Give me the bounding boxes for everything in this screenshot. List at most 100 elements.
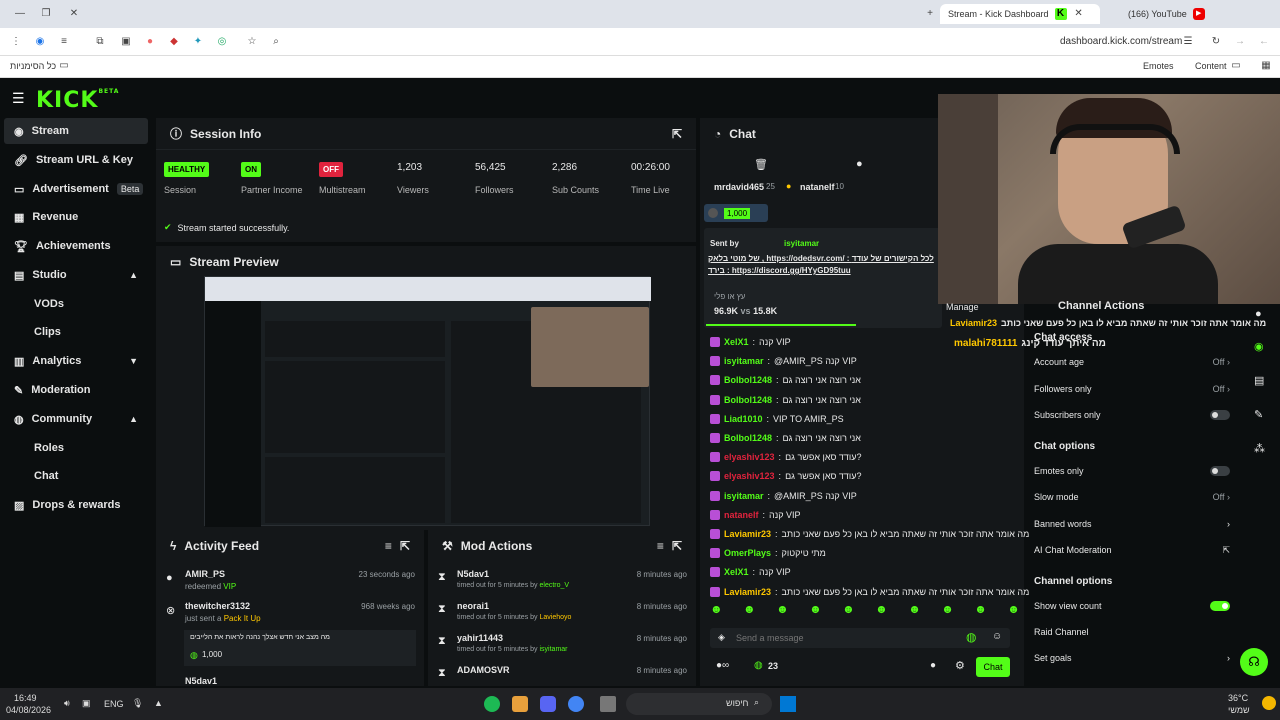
- chat-bubble-icon[interactable]: ●: [930, 660, 936, 671]
- sidebar-item-stream[interactable]: ◉ Stream: [4, 118, 148, 144]
- chat-username[interactable]: XelX1: [724, 337, 749, 347]
- filter-icon[interactable]: ≡: [657, 539, 664, 553]
- help-button[interactable]: ☊: [1240, 648, 1268, 676]
- setting-show-view-count[interactable]: Show view count: [1034, 596, 1230, 616]
- chat-username[interactable]: elyashiv123: [724, 471, 775, 481]
- popout-icon[interactable]: ⇱: [672, 127, 682, 141]
- chevron-up-icon[interactable]: ▲: [154, 698, 163, 708]
- mod-user[interactable]: N5dav1: [457, 569, 489, 579]
- trash-icon[interactable]: 🗑︎: [754, 158, 768, 171]
- emote-icon[interactable]: ☻: [842, 602, 855, 624]
- mic-icon[interactable]: 🎙︎: [132, 698, 143, 709]
- sidebar-item-revenue[interactable]: ▦ Revenue: [4, 204, 148, 230]
- mod-user[interactable]: ADAMOSVR: [457, 665, 510, 675]
- mod-user[interactable]: yahir11443: [457, 633, 503, 643]
- subscribers-only-toggle[interactable]: [1210, 410, 1230, 420]
- kicks-icon[interactable]: ◍: [966, 630, 976, 644]
- setting-subscribers-only[interactable]: Subscribers only: [1034, 405, 1230, 425]
- gear-icon[interactable]: ⚙: [955, 659, 965, 672]
- setting-followers-only[interactable]: Followers only Off ›: [1034, 379, 1230, 399]
- kick-logo[interactable]: KICKBETA: [36, 88, 119, 113]
- chat-username[interactable]: Bolbol1248: [724, 375, 772, 385]
- chat-username[interactable]: elyashiv123: [724, 452, 775, 462]
- chat-username[interactable]: Laviamir23: [724, 587, 771, 597]
- extension-icon[interactable]: ●: [144, 36, 156, 48]
- sidebar-item-drops[interactable]: ▨ Drops & rewards: [4, 492, 148, 518]
- sidebar-item-achievements[interactable]: 🏆︎ Achievements: [4, 233, 148, 259]
- broadcast-icon[interactable]: ◉: [1254, 340, 1264, 353]
- new-tab-icon[interactable]: +: [924, 8, 936, 20]
- star-icon[interactable]: ☆: [246, 36, 258, 48]
- feed-user[interactable]: AMIR_PS: [185, 569, 225, 579]
- forward-icon[interactable]: →: [1234, 36, 1246, 48]
- url-field[interactable]: dashboard.kick.com/stream: [1060, 36, 1182, 47]
- extension-icon[interactable]: ≡: [58, 36, 70, 48]
- spotify-icon[interactable]: [484, 696, 500, 712]
- pinned-line-1[interactable]: של מוטי בלאק , https://odedsvr.com/ : לכ…: [708, 254, 942, 263]
- chat-username[interactable]: Bolbol1248: [724, 395, 772, 405]
- reload-icon[interactable]: ↻: [1210, 36, 1222, 48]
- discord-icon[interactable]: [540, 696, 556, 712]
- extension-icon[interactable]: ◆: [168, 36, 180, 48]
- sidebar-item-studio[interactable]: ▤ Studio ▲: [4, 262, 148, 288]
- sidebar-item-chat[interactable]: Chat: [4, 463, 148, 489]
- network-icon[interactable]: ▣: [82, 698, 91, 709]
- all-bookmarks-link[interactable]: כל הסימניות: [10, 61, 56, 71]
- stream-preview-video[interactable]: [204, 276, 651, 527]
- extension-icon[interactable]: ◉: [34, 36, 46, 48]
- windows-start-icon[interactable]: [780, 696, 796, 712]
- chat-send-button[interactable]: Chat: [976, 657, 1010, 677]
- taskbar-search-box[interactable]: חיפוש ⌕: [626, 693, 772, 715]
- tab-youtube[interactable]: (166) YouTube ▶: [1120, 4, 1260, 24]
- emote-icon[interactable]: ☻: [1007, 602, 1020, 624]
- emoji-icon[interactable]: ☺: [992, 631, 1002, 642]
- top-gifter-name[interactable]: natanelf: [800, 182, 835, 192]
- setting-raid-channel[interactable]: Raid Channel: [1034, 622, 1230, 642]
- tab-kick[interactable]: Stream - Kick Dashboard K ✕: [940, 4, 1100, 24]
- popout-icon[interactable]: ⇱: [672, 539, 682, 553]
- search-icon[interactable]: ⌕: [270, 36, 282, 48]
- extension-icon[interactable]: ◎: [216, 36, 228, 48]
- chat-username[interactable]: Laviamir23: [724, 529, 771, 539]
- grid-icon[interactable]: ▦: [1260, 60, 1272, 72]
- chat-username[interactable]: natanelf: [724, 510, 759, 520]
- chat-username[interactable]: Bolbol1248: [724, 433, 772, 443]
- chat-username[interactable]: isyitamar: [724, 491, 764, 501]
- language-indicator[interactable]: ENG: [104, 699, 124, 709]
- chat-bubble-icon[interactable]: ●: [856, 158, 863, 170]
- close-icon[interactable]: ✕: [1073, 8, 1085, 20]
- sidebar-item-advertisement[interactable]: ▭ Advertisement Beta: [4, 176, 148, 202]
- app-icon[interactable]: [512, 696, 528, 712]
- content-link[interactable]: Content: [1195, 61, 1227, 71]
- emote-icon[interactable]: ☻: [941, 602, 954, 624]
- emote-icon[interactable]: ☻: [875, 602, 888, 624]
- emote-icon[interactable]: ☻: [974, 602, 987, 624]
- chat-message-input[interactable]: [736, 630, 956, 646]
- extension-icon[interactable]: ✦: [192, 36, 204, 48]
- emote-icon[interactable]: ☻: [776, 602, 789, 624]
- chat-username[interactable]: isyitamar: [724, 356, 764, 366]
- sidebar-item-roles[interactable]: Roles: [4, 435, 148, 461]
- filter-icon[interactable]: ≡: [385, 539, 392, 553]
- points-icon[interactable]: ●∞: [716, 660, 729, 671]
- extension-icon[interactable]: ⧉: [94, 36, 106, 48]
- chat-rail-icon[interactable]: ●: [1255, 308, 1262, 320]
- show-view-count-toggle[interactable]: [1210, 601, 1230, 611]
- community-icon[interactable]: ⁂: [1254, 442, 1265, 455]
- chat-username[interactable]: OmerPlays: [724, 548, 771, 558]
- feed-user[interactable]: thewitcher3132: [185, 601, 250, 611]
- emotes-only-toggle[interactable]: [1210, 466, 1230, 476]
- sidebar-item-vods[interactable]: VODs: [4, 291, 148, 317]
- back-icon[interactable]: ←: [1258, 36, 1270, 48]
- sidebar-item-analytics[interactable]: ▥ Analytics ▼: [4, 348, 148, 374]
- emote-icon[interactable]: ☻: [710, 602, 723, 624]
- minimize-icon[interactable]: —: [14, 8, 26, 20]
- emote-icon[interactable]: ☻: [908, 602, 921, 624]
- sidebar-item-community[interactable]: ◍ Community ▲: [4, 406, 148, 432]
- file-explorer-icon[interactable]: [600, 696, 616, 712]
- setting-account-age[interactable]: Account age Off ›: [1034, 352, 1230, 372]
- gift-banner[interactable]: 1,000: [704, 204, 768, 222]
- wrench-icon[interactable]: ✎: [1254, 408, 1263, 421]
- pinned-user[interactable]: isyitamar: [784, 239, 819, 248]
- window-close-icon[interactable]: ✕: [68, 8, 80, 20]
